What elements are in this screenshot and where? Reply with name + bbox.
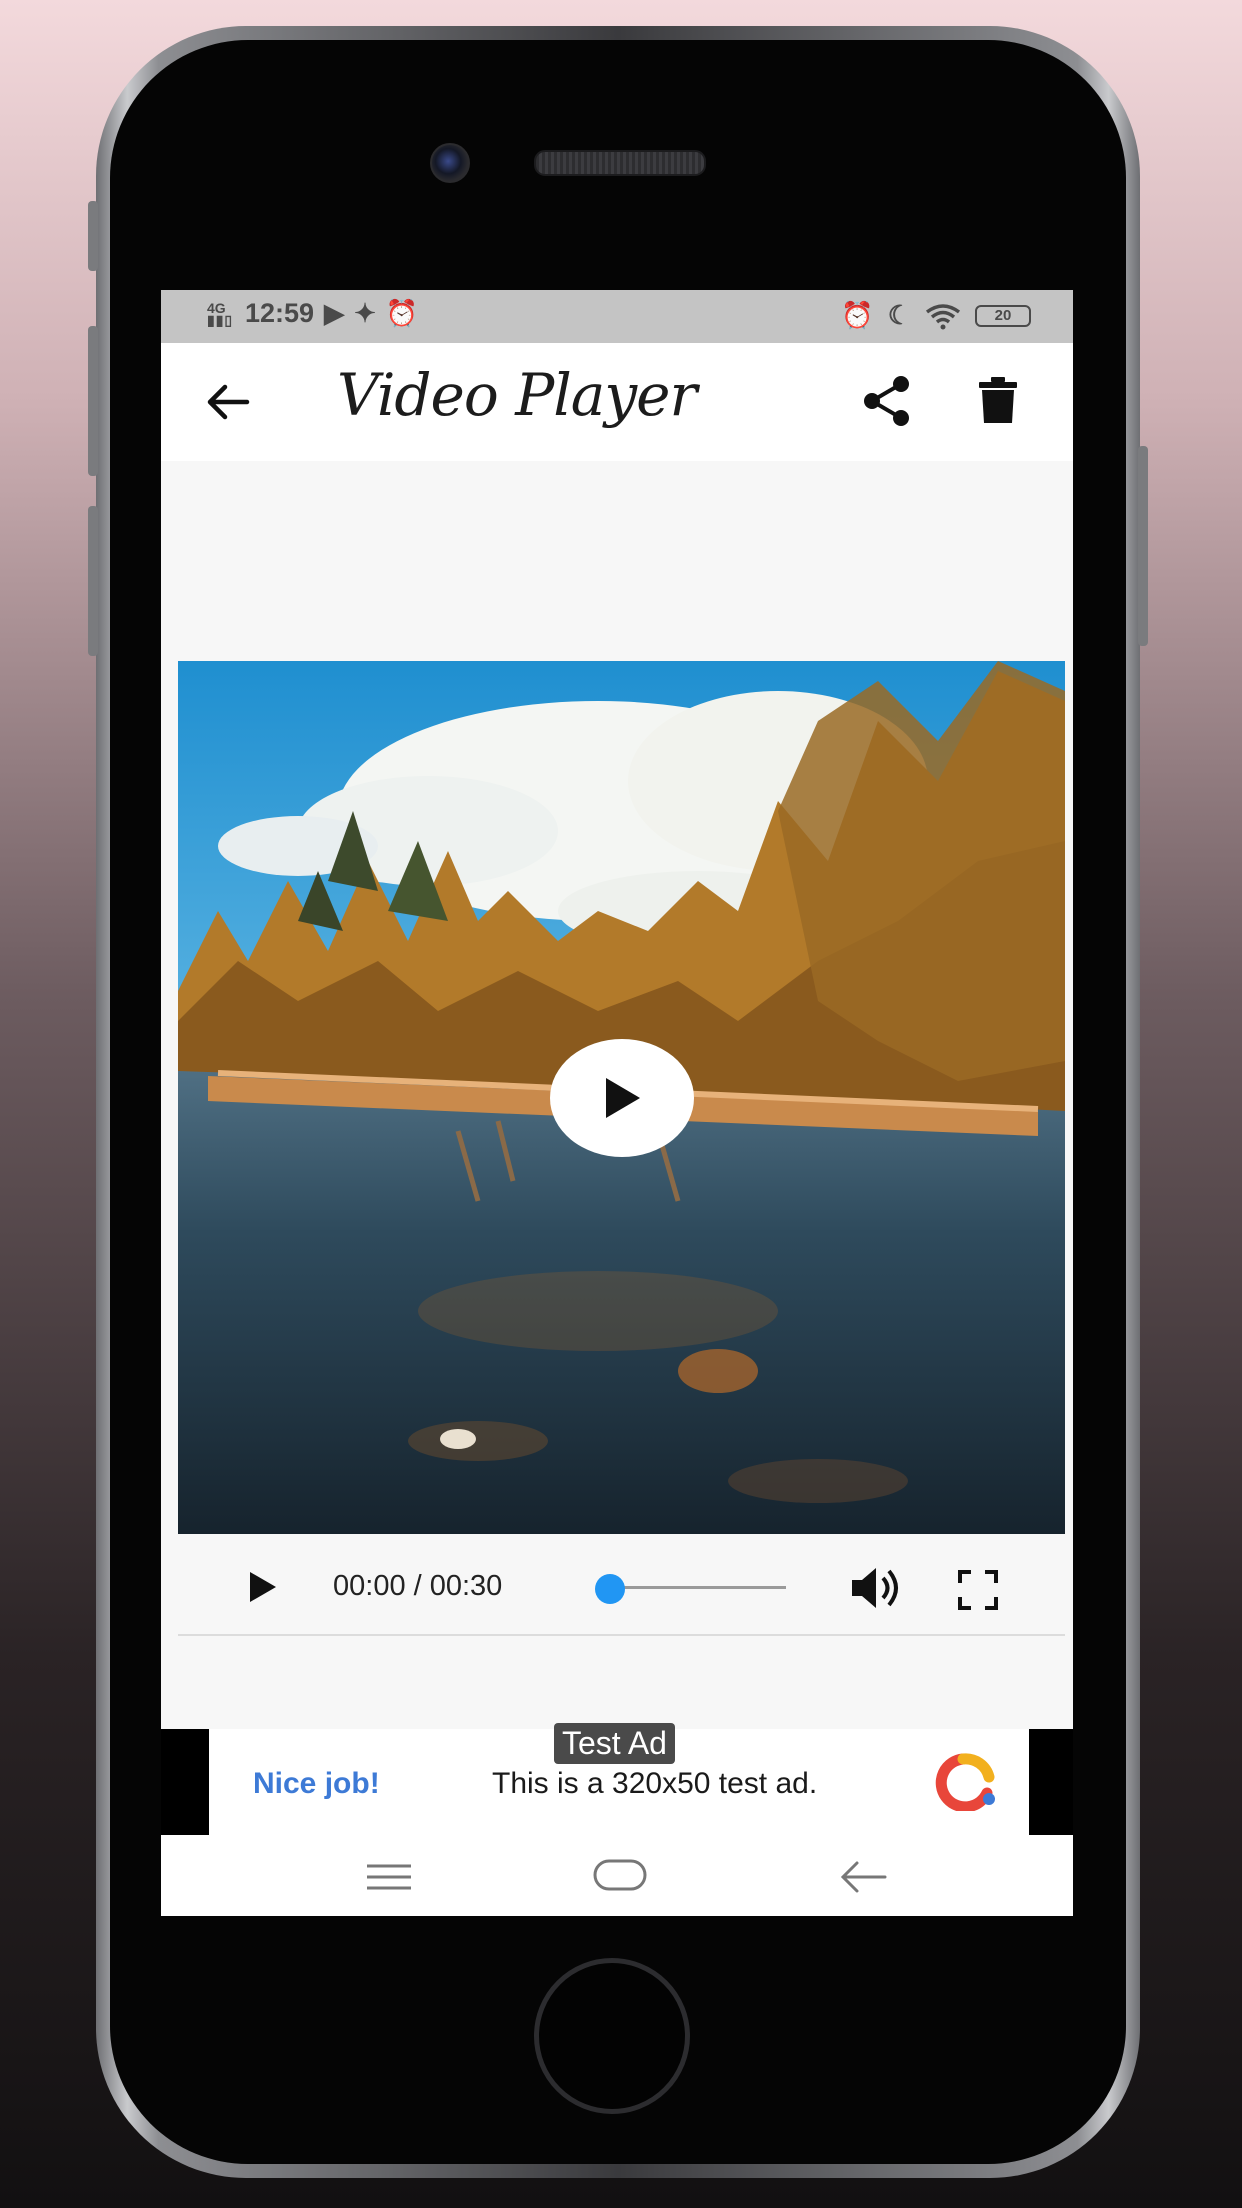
play-button-icon[interactable] — [248, 1570, 278, 1604]
test-ad-banner[interactable]: Test Ad Nice job! This is a 320x50 test … — [209, 1723, 1029, 1835]
ad-body-text: This is a 320x50 test ad. — [492, 1767, 818, 1800]
seek-bar-thumb[interactable] — [595, 1574, 625, 1604]
earpiece-speaker — [534, 150, 706, 176]
front-camera — [430, 143, 470, 183]
ad-headline[interactable]: Nice job! — [253, 1767, 380, 1801]
page-title: Video Player — [337, 361, 697, 429]
volume-down-button — [88, 506, 98, 656]
time-display: 00:00 / 00:30 — [333, 1570, 503, 1602]
battery-level: 20 — [994, 306, 1012, 324]
ad-badge: Test Ad — [554, 1723, 675, 1764]
delete-trash-icon[interactable] — [979, 377, 1017, 423]
play-icon — [606, 1078, 640, 1118]
home-button[interactable] — [534, 1958, 690, 2114]
wifi-icon — [925, 303, 961, 329]
alarm-clock-icon: ⏰ — [841, 300, 874, 330]
ad-banner-container: Test Ad Nice job! This is a 320x50 test … — [161, 1723, 1073, 1835]
play-overlay-button[interactable] — [550, 1039, 694, 1157]
do-not-disturb-moon-icon: ☾ — [887, 300, 911, 330]
volume-up-button — [88, 326, 98, 476]
network-indicator: 4G ▮▮▯ — [207, 299, 234, 328]
youtube-icon: ▶ — [324, 298, 345, 328]
back-arrow-icon[interactable] — [203, 377, 253, 427]
fullscreen-icon[interactable] — [958, 1570, 998, 1610]
status-time: 12:59 — [245, 298, 315, 328]
app-screen: 4G ▮▮▯ 12:59 ▶ ✦ ⏰ ⏰ ☾ 20 Video Player 0… — [161, 290, 1073, 1916]
app-bar: Video Player — [161, 343, 1073, 461]
back-nav-icon[interactable] — [839, 1859, 887, 1895]
status-bar: 4G ▮▮▯ 12:59 ▶ ✦ ⏰ ⏰ ☾ 20 — [161, 290, 1073, 343]
mute-switch — [88, 201, 98, 271]
recent-apps-icon[interactable] — [365, 1863, 413, 1891]
alarm-icon: ⏰ — [385, 298, 419, 328]
video-frame[interactable] — [178, 661, 1065, 1534]
share-icon[interactable] — [859, 373, 915, 429]
ad-logo-icon — [935, 1753, 995, 1811]
power-button — [1138, 446, 1148, 646]
video-controls: 00:00 / 00:30 — [178, 1534, 1065, 1636]
volume-icon[interactable] — [850, 1566, 904, 1610]
battery-icon: 20 — [975, 304, 1031, 327]
system-nav-bar — [161, 1835, 1073, 1916]
twitter-icon: ✦ — [354, 298, 376, 328]
home-nav-icon[interactable] — [593, 1859, 647, 1891]
seek-bar-track[interactable] — [610, 1586, 786, 1589]
